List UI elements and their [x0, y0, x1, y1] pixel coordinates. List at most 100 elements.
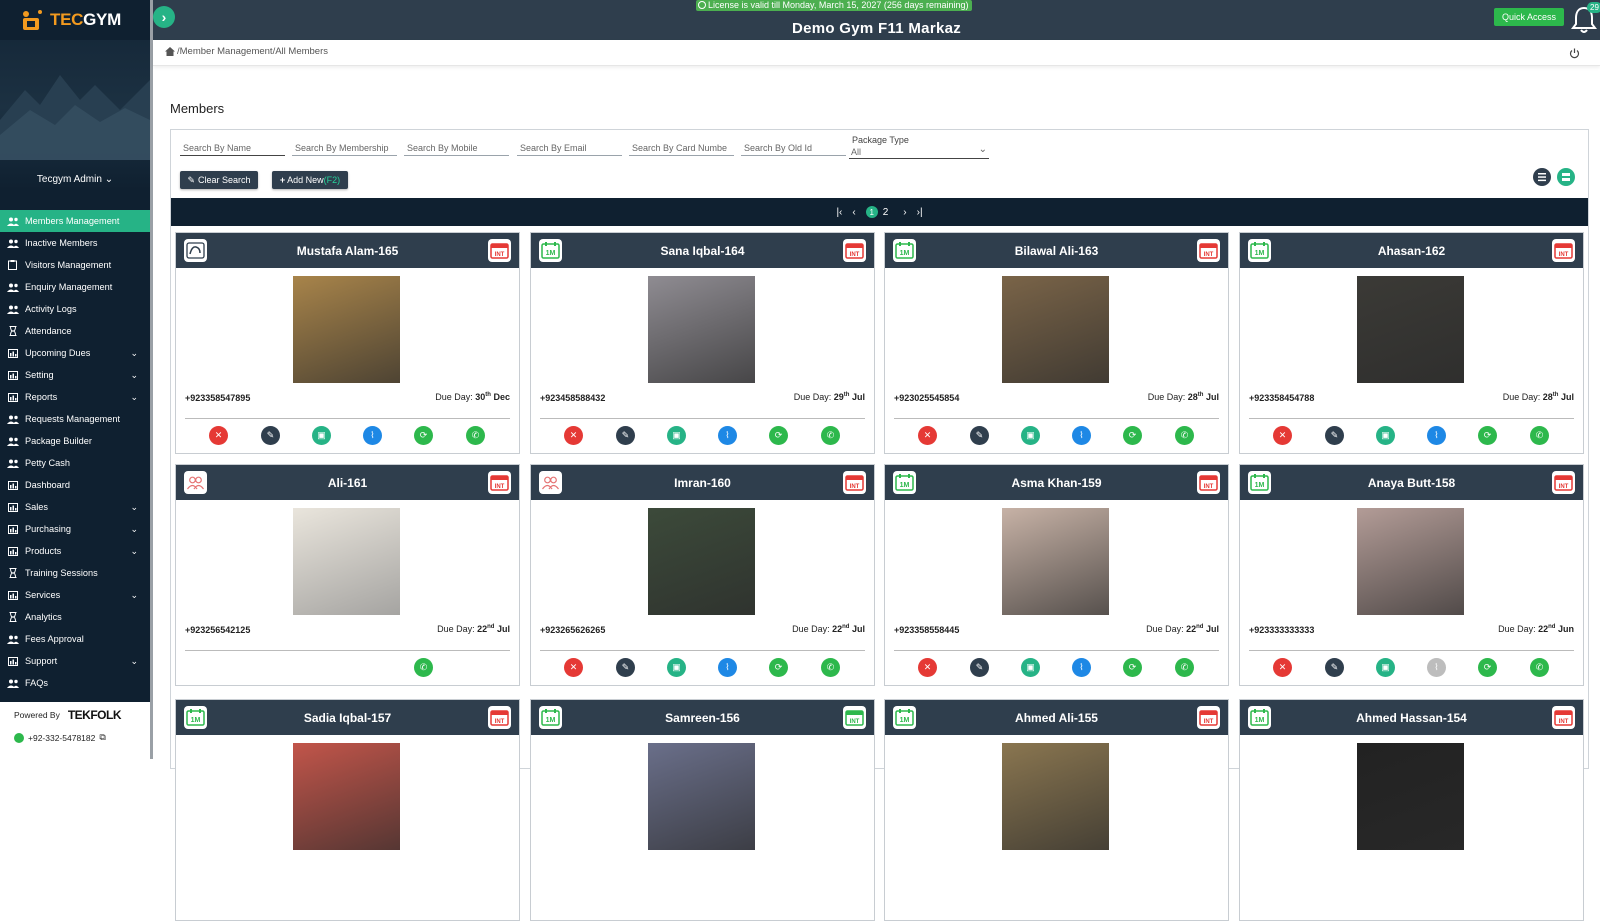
member-photo[interactable] [1002, 276, 1109, 383]
first-page-icon[interactable]: |‹ [836, 207, 842, 218]
member-photo[interactable] [648, 508, 755, 615]
edit-icon[interactable]: ✎ [616, 426, 635, 445]
member-name[interactable]: Bilawal Ali-163 [1015, 244, 1099, 258]
member-card[interactable]: Mustafa Alam-165 INT +923358547895 Due Day:… [175, 232, 520, 454]
renew-icon[interactable]: ⟳ [769, 658, 788, 677]
payment-icon[interactable]: ▣ [667, 658, 686, 677]
sidebar-item-products[interactable]: Products ⌄ [0, 540, 150, 562]
whatsapp-icon[interactable]: ✆ [1175, 426, 1194, 445]
edit-icon[interactable]: ✎ [616, 658, 635, 677]
freeze-status-icon[interactable]: INT [843, 706, 866, 729]
member-card[interactable]: 1M Asma Khan-159 INT +923358558445 Due Day: … [884, 464, 1229, 686]
edit-icon[interactable]: ✎ [1325, 426, 1344, 445]
last-page-icon[interactable]: ›| [917, 207, 923, 218]
whatsapp-icon[interactable]: ✆ [821, 658, 840, 677]
payment-icon[interactable]: ▣ [1376, 426, 1395, 445]
member-name[interactable]: Ahasan-162 [1378, 244, 1445, 258]
whatsapp-icon[interactable]: ✆ [1530, 658, 1549, 677]
member-card[interactable]: 1M Ahmed Ali-155 INT [884, 699, 1229, 921]
member-name[interactable]: Sadia Iqbal-157 [304, 711, 391, 725]
user-menu[interactable]: Tecgym Admin ⌄ [0, 174, 150, 185]
member-photo[interactable] [293, 743, 400, 850]
member-photo[interactable] [293, 508, 400, 615]
search-membership-input[interactable]: Search By Membership [292, 136, 397, 156]
member-name[interactable]: Asma Khan-159 [1011, 476, 1101, 490]
fingerprint-icon[interactable]: ⌇ [718, 426, 737, 445]
search-mobile-input[interactable]: Search By Mobile [404, 136, 509, 156]
sidebar-item-training-sessions[interactable]: Training Sessions [0, 562, 150, 584]
whatsapp-icon[interactable]: ✆ [1175, 658, 1194, 677]
whatsapp-icon[interactable]: ✆ [1530, 426, 1549, 445]
member-photo[interactable] [648, 743, 755, 850]
member-card[interactable]: Imran-160 INT +923265626265 Due Day: 22nd J… [530, 464, 875, 686]
freeze-status-icon[interactable]: INT [488, 471, 511, 494]
member-photo[interactable] [1357, 276, 1464, 383]
breadcrumb-section[interactable]: Member Management [180, 46, 273, 57]
support-phone[interactable]: +92-332-5478182 [28, 733, 95, 743]
fingerprint-icon[interactable]: ⌇ [363, 426, 382, 445]
member-name[interactable]: Imran-160 [674, 476, 731, 490]
logo[interactable]: TECGYM [0, 0, 150, 40]
freeze-status-icon[interactable]: INT [1552, 706, 1575, 729]
member-card[interactable]: 1M Sana Iqbal-164 INT +923458588432 Due Day:… [530, 232, 875, 454]
sidebar-item-members-management[interactable]: Members Management [0, 210, 150, 232]
fingerprint-icon[interactable]: ⌇ [1072, 658, 1091, 677]
add-new-button[interactable]: + Add New (F2) [272, 171, 348, 189]
member-photo[interactable] [648, 276, 755, 383]
sidebar-item-inactive-members[interactable]: Inactive Members [0, 232, 150, 254]
member-card[interactable]: 1M Ahmed Hassan-154 INT [1239, 699, 1584, 921]
whatsapp-icon[interactable]: ✆ [414, 658, 433, 677]
page-2-button[interactable]: 2 [883, 207, 889, 218]
whatsapp-icon[interactable]: ✆ [821, 426, 840, 445]
member-card[interactable]: 1M Ahasan-162 INT +923358454788 Due Day: 28t… [1239, 232, 1584, 454]
notifications-button[interactable]: 29 [1571, 2, 1600, 34]
renew-icon[interactable]: ⟳ [414, 426, 433, 445]
delete-icon[interactable]: ✕ [1273, 426, 1292, 445]
member-name[interactable]: Anaya Butt-158 [1368, 476, 1455, 490]
freeze-status-icon[interactable]: INT [1197, 471, 1220, 494]
member-name[interactable]: Samreen-156 [665, 711, 740, 725]
sidebar-item-attendance[interactable]: Attendance [0, 320, 150, 342]
member-photo[interactable] [1357, 743, 1464, 850]
page-1-button[interactable]: 1 [865, 206, 878, 218]
quick-access-button[interactable]: Quick Access [1494, 8, 1564, 26]
sidebar-item-analytics[interactable]: Analytics [0, 606, 150, 628]
member-card[interactable]: Ali-161 INT +923256542125 Due Day: 22nd Jul… [175, 464, 520, 878]
freeze-status-icon[interactable]: INT [1197, 239, 1220, 262]
fingerprint-icon[interactable]: ⌇ [718, 658, 737, 677]
clear-search-button[interactable]: ✎ Clear Search [180, 171, 258, 189]
sidebar-item-sales[interactable]: Sales ⌄ [0, 496, 150, 518]
freeze-status-icon[interactable]: INT [1197, 706, 1220, 729]
payment-icon[interactable]: ▣ [1021, 426, 1040, 445]
search-old-id-input[interactable]: Search By Old Id [741, 136, 846, 156]
payment-icon[interactable]: ▣ [1021, 658, 1040, 677]
delete-icon[interactable]: ✕ [918, 426, 937, 445]
member-card[interactable]: 1M Sadia Iqbal-157 INT [175, 699, 520, 921]
sidebar-item-dashboard[interactable]: Dashboard [0, 474, 150, 496]
renew-icon[interactable]: ⟳ [1478, 426, 1497, 445]
payment-icon[interactable]: ▣ [1376, 658, 1395, 677]
search-email-input[interactable]: Search By Email [517, 136, 622, 156]
member-name[interactable]: Ahmed Ali-155 [1015, 711, 1098, 725]
member-card[interactable]: 1M Samreen-156 INT [530, 699, 875, 921]
member-name[interactable]: Ali-161 [328, 476, 367, 490]
delete-icon[interactable]: ✕ [564, 658, 583, 677]
renew-icon[interactable]: ⟳ [769, 426, 788, 445]
list-view-button[interactable] [1533, 168, 1551, 186]
edit-icon[interactable]: ✎ [1325, 658, 1344, 677]
sidebar-item-activity-logs[interactable]: Activity Logs [0, 298, 150, 320]
freeze-status-icon[interactable]: INT [488, 239, 511, 262]
search-name-input[interactable]: Search By Name [180, 136, 285, 156]
sidebar-item-package-builder[interactable]: Package Builder [0, 430, 150, 452]
sidebar-item-faqs[interactable]: FAQs [0, 672, 150, 694]
sidebar-item-reports[interactable]: Reports ⌄ [0, 386, 150, 408]
delete-icon[interactable]: ✕ [918, 658, 937, 677]
prev-page-icon[interactable]: ‹ [852, 207, 855, 218]
delete-icon[interactable]: ✕ [564, 426, 583, 445]
sidebar-item-requests-management[interactable]: Requests Management [0, 408, 150, 430]
member-name[interactable]: Mustafa Alam-165 [297, 244, 399, 258]
search-card-input[interactable]: Search By Card Numbe [629, 136, 734, 156]
fingerprint-icon[interactable]: ⌇ [1427, 426, 1446, 445]
payment-icon[interactable]: ▣ [667, 426, 686, 445]
member-card[interactable]: 1M Bilawal Ali-163 INT +923025545854 Due Day… [884, 232, 1229, 454]
